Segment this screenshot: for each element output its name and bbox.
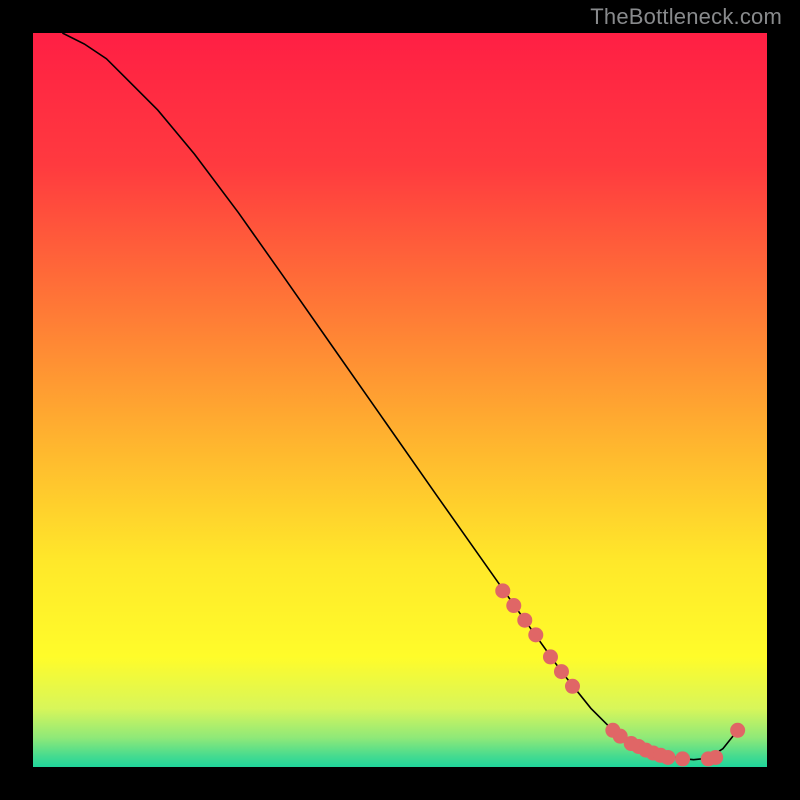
data-marker (528, 627, 543, 642)
data-marker (660, 750, 675, 765)
plot-background (33, 33, 767, 767)
data-marker (708, 750, 723, 765)
data-marker (554, 664, 569, 679)
chart-stage: TheBottleneck.com (0, 0, 800, 800)
data-marker (517, 613, 532, 628)
data-marker (730, 723, 745, 738)
data-marker (506, 598, 521, 613)
data-marker (565, 679, 580, 694)
data-marker (675, 751, 690, 766)
watermark-text: TheBottleneck.com (590, 4, 782, 30)
bottleneck-chart (0, 0, 800, 800)
data-marker (543, 649, 558, 664)
data-marker (495, 583, 510, 598)
